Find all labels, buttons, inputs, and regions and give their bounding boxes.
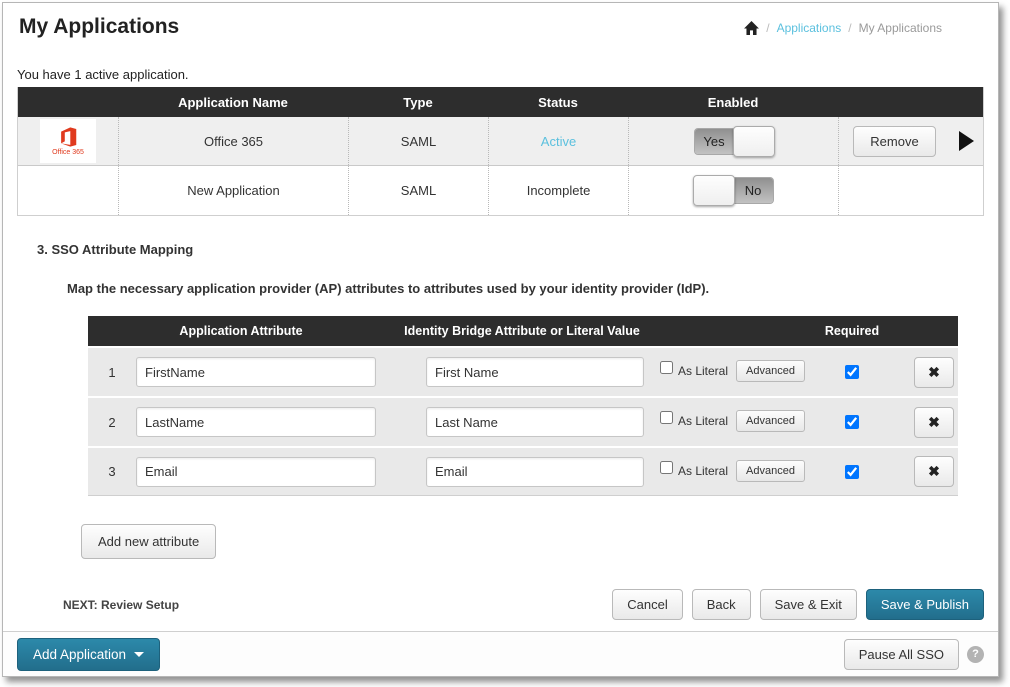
identity-bridge-attribute-input[interactable] [426, 457, 644, 487]
toggle-state-label: No [734, 178, 773, 203]
add-new-attribute-button[interactable]: Add new attribute [81, 524, 216, 559]
breadcrumb-separator: / [848, 21, 851, 35]
save-exit-button[interactable]: Save & Exit [760, 589, 857, 620]
mapping-instruction: Map the necessary application provider (… [67, 281, 984, 296]
advanced-button[interactable]: Advanced [736, 460, 805, 482]
breadcrumb-link-applications[interactable]: Applications [777, 21, 842, 35]
as-literal-checkbox[interactable] [660, 461, 673, 474]
enabled-toggle[interactable]: Yes [694, 128, 774, 155]
expand-row-icon[interactable] [959, 131, 974, 151]
application-attribute-input[interactable] [136, 457, 376, 487]
add-application-button[interactable]: Add Application [17, 638, 160, 671]
app-window: My Applications / Applications / My Appl… [2, 2, 999, 677]
toggle-handle[interactable] [733, 126, 775, 157]
caret-down-icon [134, 652, 144, 657]
as-literal-label: As Literal [678, 464, 728, 478]
application-name: New Application [118, 166, 348, 215]
column-type: Type [348, 95, 488, 110]
column-application-attribute: Application Attribute [88, 324, 394, 338]
toggle-handle[interactable] [693, 175, 735, 206]
application-row-new: New Application SAML Incomplete No [18, 166, 983, 215]
attribute-row-3: 3 As Literal Advanced ✖ [88, 448, 958, 496]
save-publish-button[interactable]: Save & Publish [866, 589, 984, 620]
as-literal-label: As Literal [678, 364, 728, 378]
delete-attribute-button[interactable]: ✖ [914, 407, 954, 438]
home-icon[interactable] [744, 21, 759, 35]
active-application-summary: You have 1 active application. [17, 67, 984, 82]
section-heading: 3. SSO Attribute Mapping [37, 242, 984, 257]
applications-table: Application Name Type Status Enabled Off… [17, 87, 984, 216]
breadcrumb-current: My Applications [859, 21, 942, 35]
required-checkbox[interactable] [845, 465, 859, 479]
application-status: Active [488, 117, 628, 165]
pause-all-sso-button[interactable]: Pause All SSO [844, 639, 959, 670]
required-checkbox[interactable] [845, 415, 859, 429]
as-literal-checkbox[interactable] [660, 361, 673, 374]
delete-attribute-button[interactable]: ✖ [914, 456, 954, 487]
cancel-button[interactable]: Cancel [612, 589, 682, 620]
footer-bar: Add Application Pause All SSO ? [3, 631, 998, 676]
identity-bridge-attribute-input[interactable] [426, 357, 644, 387]
column-identity-bridge-attribute: Identity Bridge Attribute or Literal Val… [394, 324, 650, 338]
breadcrumb: / Applications / My Applications [744, 21, 942, 35]
back-button[interactable]: Back [692, 589, 751, 620]
add-application-label: Add Application [33, 647, 126, 662]
office-365-logo-caption: Office 365 [52, 149, 84, 156]
column-status: Status [488, 95, 628, 110]
attribute-mapping-table: Application Attribute Identity Bridge At… [88, 316, 958, 496]
column-application-name: Application Name [118, 95, 348, 110]
breadcrumb-separator: / [766, 21, 769, 35]
application-type: SAML [348, 117, 488, 165]
row-number: 2 [88, 415, 136, 430]
application-row-office365: Office 365 Office 365 SAML Active Yes Re… [18, 117, 983, 166]
identity-bridge-attribute-input[interactable] [426, 407, 644, 437]
attribute-row-1: 1 As Literal Advanced ✖ [88, 348, 958, 396]
page-header: My Applications / Applications / My Appl… [3, 3, 998, 39]
column-required: Required [808, 324, 896, 338]
action-row: NEXT: Review Setup Cancel Back Save & Ex… [17, 589, 984, 620]
application-attribute-input[interactable] [136, 407, 376, 437]
column-enabled: Enabled [628, 95, 838, 110]
office-365-logo-icon: Office 365 [40, 119, 96, 163]
remove-button[interactable]: Remove [853, 126, 935, 157]
application-name: Office 365 [118, 117, 348, 165]
row-number: 3 [88, 464, 136, 479]
applications-table-header: Application Name Type Status Enabled [18, 87, 983, 117]
application-type: SAML [348, 166, 488, 215]
help-icon[interactable]: ? [967, 646, 984, 663]
attribute-row-2: 2 As Literal Advanced ✖ [88, 398, 958, 446]
as-literal-label: As Literal [678, 414, 728, 428]
attribute-table-header: Application Attribute Identity Bridge At… [88, 316, 958, 346]
required-checkbox[interactable] [845, 365, 859, 379]
as-literal-checkbox[interactable] [660, 411, 673, 424]
row-number: 1 [88, 365, 136, 380]
advanced-button[interactable]: Advanced [736, 410, 805, 432]
application-attribute-input[interactable] [136, 357, 376, 387]
page-title: My Applications [19, 15, 179, 39]
enabled-toggle[interactable]: No [694, 177, 774, 204]
toggle-state-label: Yes [695, 129, 734, 154]
advanced-button[interactable]: Advanced [736, 360, 805, 382]
next-step-label: NEXT: Review Setup [63, 598, 179, 612]
application-status: Incomplete [488, 166, 628, 215]
delete-attribute-button[interactable]: ✖ [914, 357, 954, 388]
